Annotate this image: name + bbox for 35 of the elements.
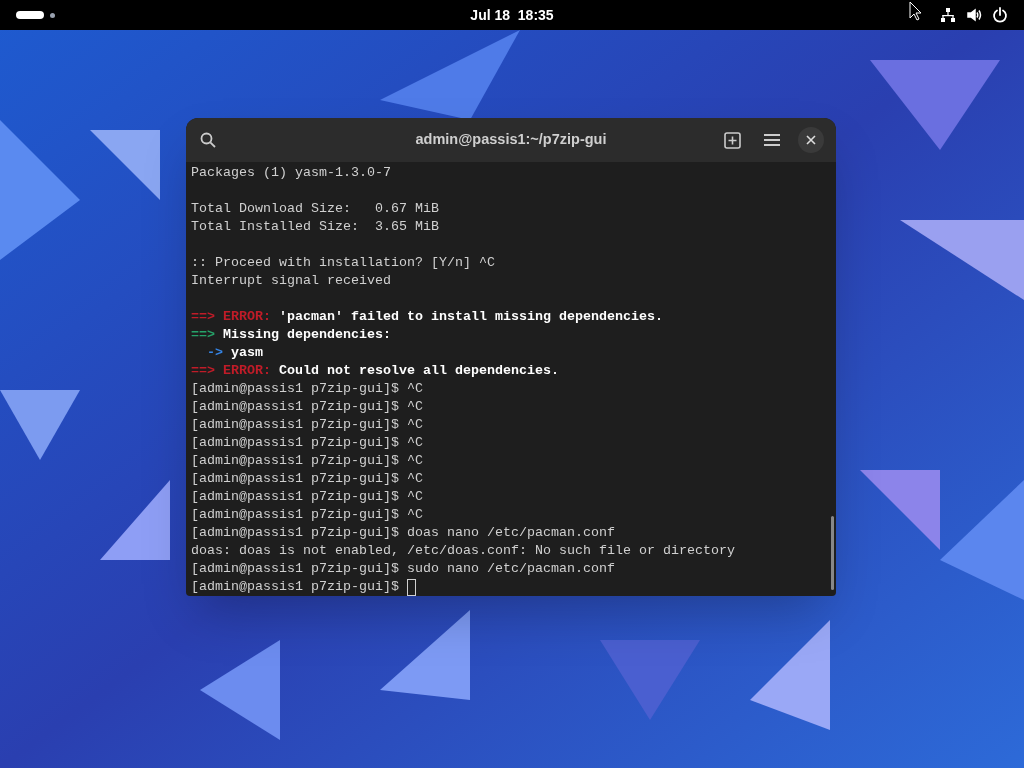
terminal-line: [admin@passis1 p7zip-gui]$ ^C	[191, 452, 423, 470]
terminal-line: Interrupt signal received	[191, 272, 391, 290]
network-icon[interactable]	[940, 7, 956, 23]
terminal-line: doas: doas is not enabled, /etc/doas.conf: No such file or directory	[191, 542, 735, 560]
terminal-line: [admin@passis1 p7zip-gui]$ ^C	[191, 416, 423, 434]
terminal-line: [admin@passis1 p7zip-gui]$ ^C	[191, 488, 423, 506]
menu-icon	[764, 133, 780, 147]
terminal-line: ==> ERROR: Could not resolve all dependencies.	[191, 362, 559, 380]
terminal-line: [admin@passis1 p7zip-gui]$ ^C	[191, 506, 423, 524]
close-button[interactable]	[798, 127, 824, 153]
terminal-line: ==> Missing dependencies:	[191, 326, 391, 344]
text-cursor	[406, 578, 416, 596]
terminal-line: [admin@passis1 p7zip-gui]$ ^C	[191, 470, 423, 488]
terminal-line: -> yasm	[206, 344, 263, 362]
power-icon[interactable]	[992, 7, 1008, 23]
window-title: admin@passis1:~/p7zip-gui	[415, 130, 607, 150]
terminal-line: Packages (1) yasm-1.3.0-7	[191, 164, 391, 182]
plus-box-icon	[723, 131, 741, 149]
search-button[interactable]	[198, 130, 218, 150]
terminal-line: [admin@passis1 p7zip-gui]$ sudo nano /etc/pacman.conf	[191, 560, 615, 578]
activities-indicator[interactable]	[16, 11, 44, 19]
prompt-line: [admin@passis1 p7zip-gui]$	[191, 578, 400, 596]
clock[interactable]: Jul 18 18:35	[470, 4, 554, 26]
search-icon	[200, 132, 216, 148]
terminal-line: Total Download Size: 0.67 MiB	[191, 200, 439, 218]
volume-icon[interactable]	[966, 7, 982, 23]
close-icon	[806, 135, 816, 145]
terminal-line: [admin@passis1 p7zip-gui]$ ^C	[191, 434, 423, 452]
terminal-line: [admin@passis1 p7zip-gui]$ ^C	[191, 380, 423, 398]
terminal-line: ==> ERROR: 'pacman' failed to install missing dependencies.	[191, 308, 663, 326]
terminal-line: [admin@passis1 p7zip-gui]$ ^C	[191, 398, 423, 416]
terminal-line: :: Proceed with installation? [Y/n] ^C	[191, 254, 495, 272]
terminal-line: Total Installed Size: 3.65 MiB	[191, 218, 439, 236]
terminal-line: [admin@passis1 p7zip-gui]$ doas nano /etc/pacman.conf	[191, 524, 615, 542]
scrollbar[interactable]	[831, 516, 834, 590]
